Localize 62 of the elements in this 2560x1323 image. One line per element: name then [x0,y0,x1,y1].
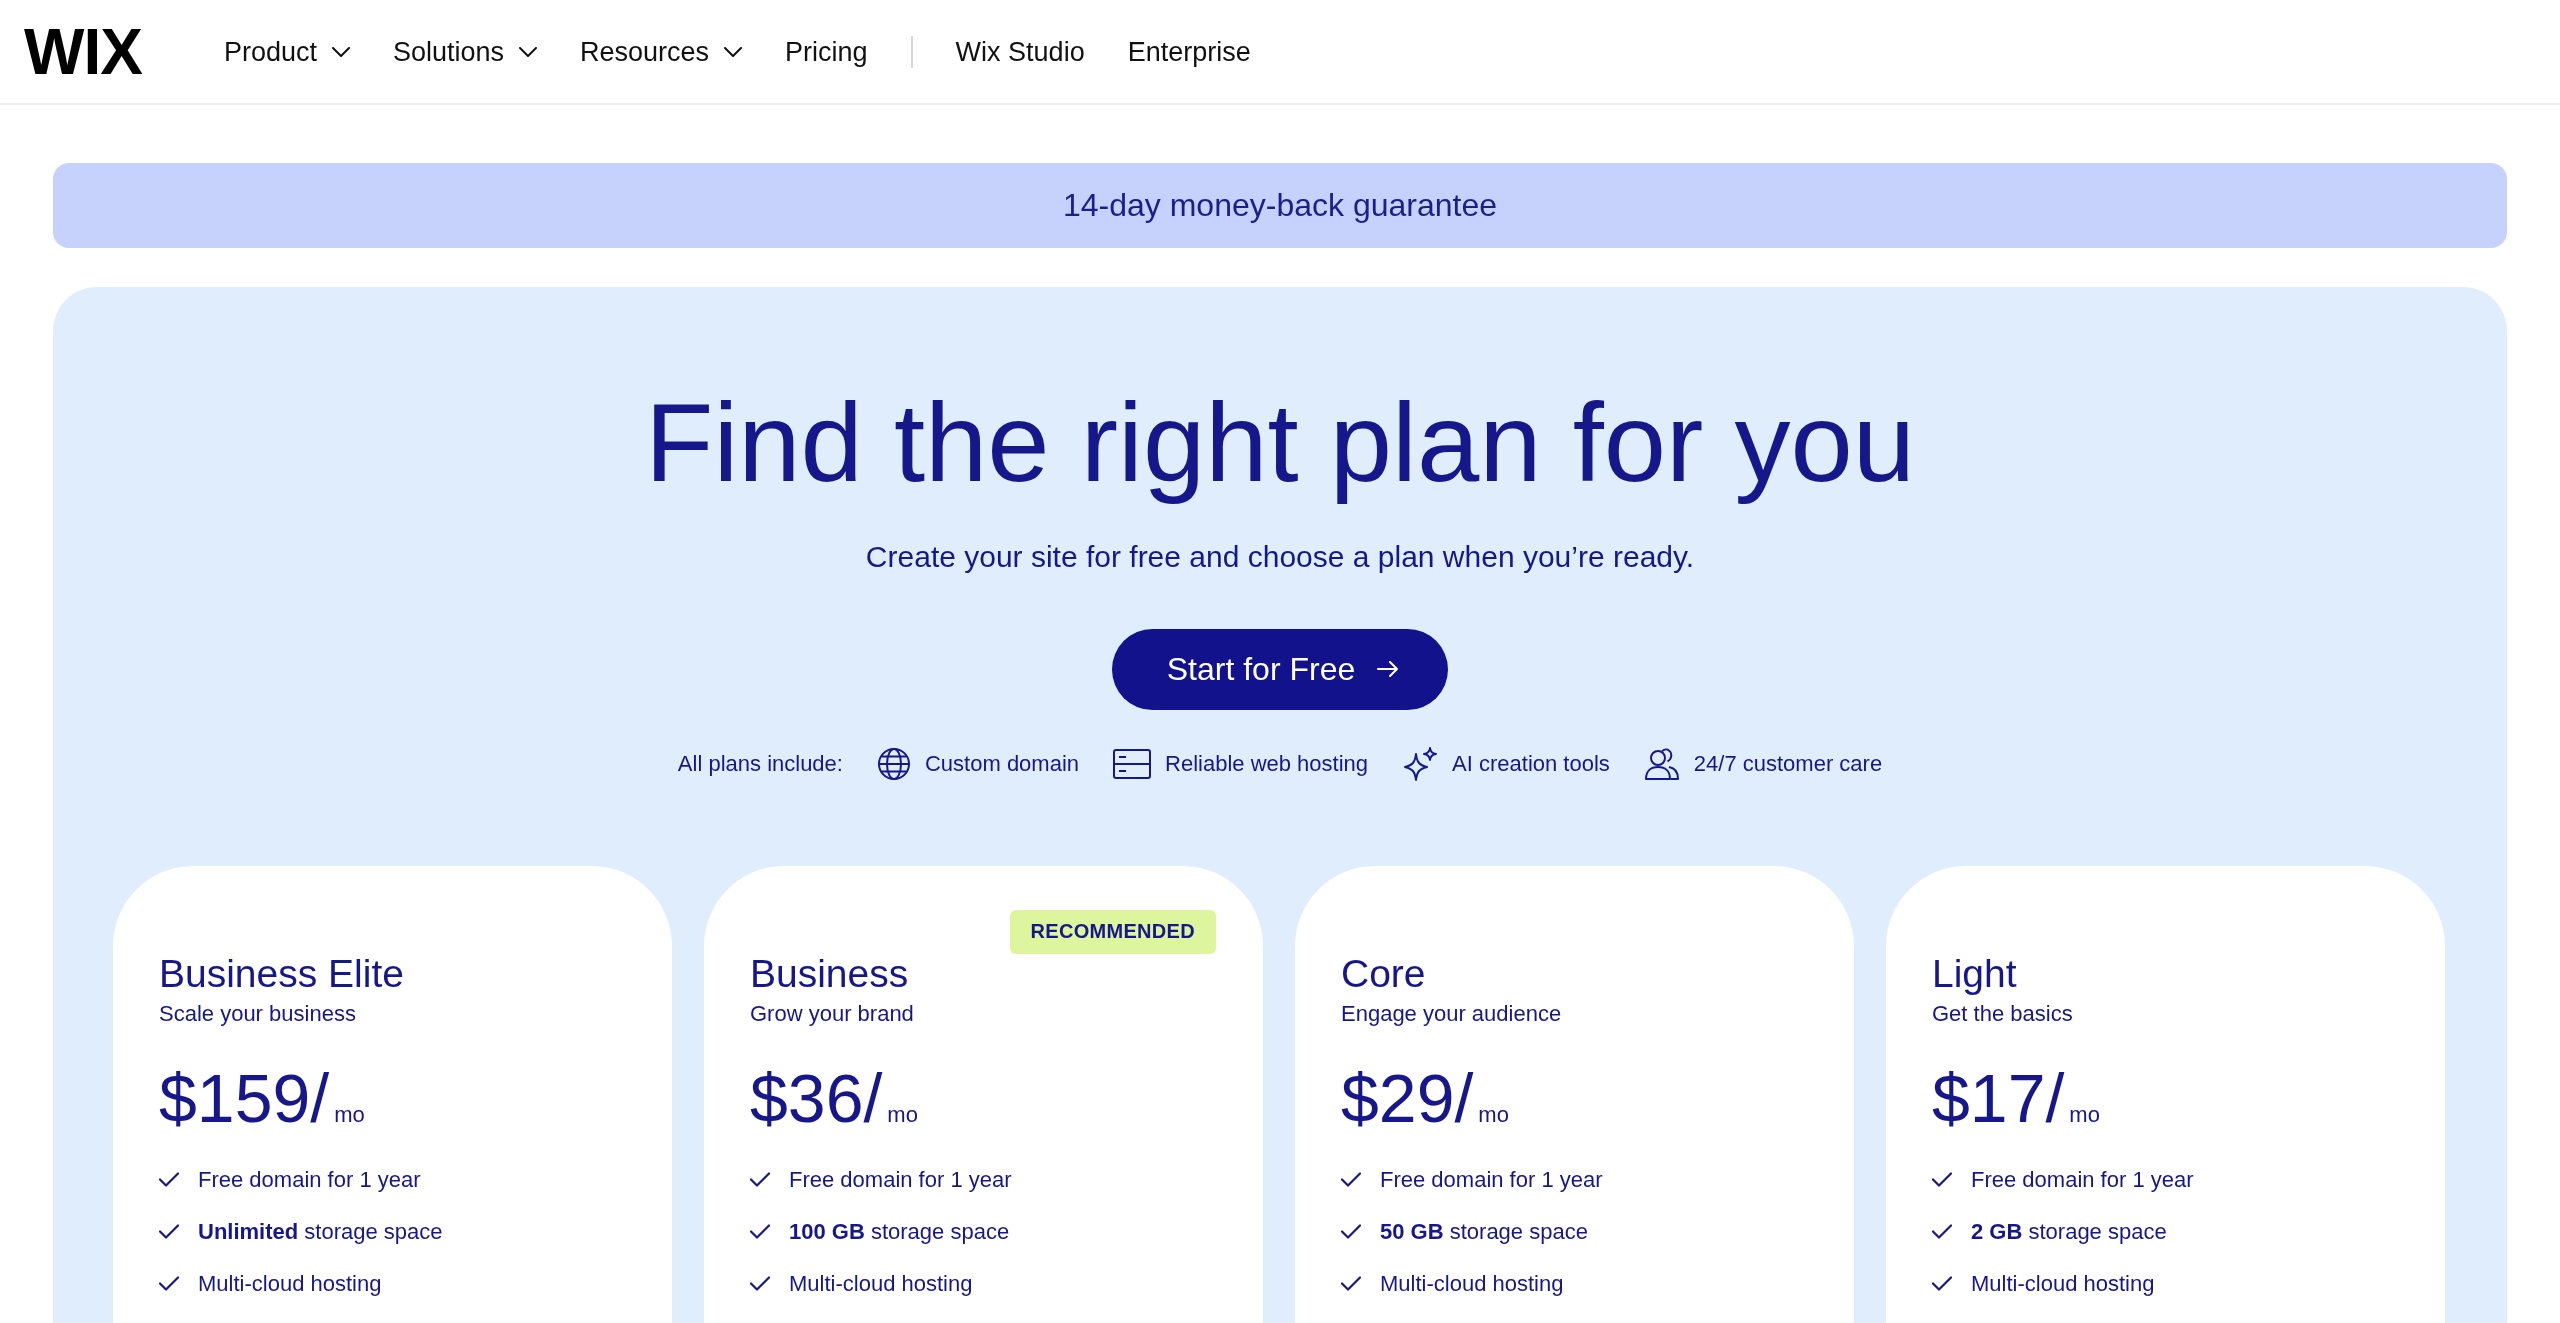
globe-icon [876,746,911,781]
check-icon [1932,1276,1952,1292]
price-period: mo [887,1102,918,1129]
feature-text: 100 GB storage space [789,1218,1010,1246]
recommended-badge: RECOMMENDED [1009,909,1216,954]
feature-text: Multi-cloud hosting [1380,1270,1564,1298]
feature-label: 24/7 customer care [1693,750,1883,777]
price-period: mo [1478,1102,1509,1129]
plan-price: $17/ [1932,1061,2065,1136]
plan-tagline: Engage your audience [1341,999,1562,1028]
feature-text: Multi-cloud hosting [789,1270,973,1298]
price-period: mo [2069,1102,2100,1129]
feature-text: Unlimited storage space [198,1218,443,1246]
nav-link[interactable]: Enterprise [1127,33,1251,70]
check-icon [1341,1172,1361,1188]
feature-text: 2 GB storage space [1971,1218,2167,1246]
feature-text: Multi-cloud hosting [198,1270,382,1298]
feature-text: Free domain for 1 year [1971,1166,2194,1194]
sparkle-icon [1402,746,1439,781]
plan-price: $36/ [750,1061,883,1136]
plan-tagline: Grow your brand [750,999,914,1028]
check-icon [1341,1224,1361,1240]
includes-label: All plans include: [677,750,843,777]
plan-name: Light [1932,950,2017,997]
nav-link[interactable]: Pricing [785,33,868,70]
check-icon [159,1224,179,1240]
nav-link[interactable]: Resources [580,33,743,70]
feature-text: Free domain for 1 year [1380,1166,1603,1194]
users-icon [1643,746,1680,781]
nav-link[interactable]: Product [223,33,350,70]
feature-label: Custom domain [924,750,1080,777]
check-icon [1932,1224,1952,1240]
plan-tagline: Scale your business [159,999,356,1028]
plan-tagline: Get the basics [1932,999,2073,1028]
guarantee-banner: 14-day money-back guarantee [53,163,2507,248]
price-period: mo [334,1102,365,1129]
check-icon [1341,1276,1361,1292]
check-icon [750,1172,770,1188]
feature-text: 50 GB storage space [1380,1218,1588,1246]
check-icon [159,1276,179,1292]
plan-name: Core [1341,950,1426,997]
plan-name: Business Elite [159,950,404,997]
feature-label: AI creation tools [1452,750,1610,777]
feature-text: Free domain for 1 year [789,1166,1012,1194]
page-subtitle: Create your site for free and choose a plan when you’re ready. [865,538,1695,575]
nav-link[interactable]: Wix Studio [955,33,1085,70]
logo[interactable]: WIX [24,19,142,84]
plan-price: $159/ [159,1061,330,1136]
page-heading: Find the right plan for you [644,379,1916,507]
plan-name: Business [750,950,909,997]
arrow-right-icon [1377,661,1400,678]
check-icon [1932,1172,1952,1188]
start-button[interactable]: Start for Free [1111,628,1449,710]
feature-text: Multi-cloud hosting [1971,1270,2155,1298]
nav-link[interactable]: Solutions [392,33,537,70]
check-icon [750,1224,770,1240]
feature-label: Reliable web hosting [1165,750,1369,777]
server-icon [1113,748,1152,779]
check-icon [159,1172,179,1188]
plan-price: $29/ [1341,1061,1474,1136]
check-icon [750,1276,770,1292]
feature-text: Free domain for 1 year [198,1166,421,1194]
